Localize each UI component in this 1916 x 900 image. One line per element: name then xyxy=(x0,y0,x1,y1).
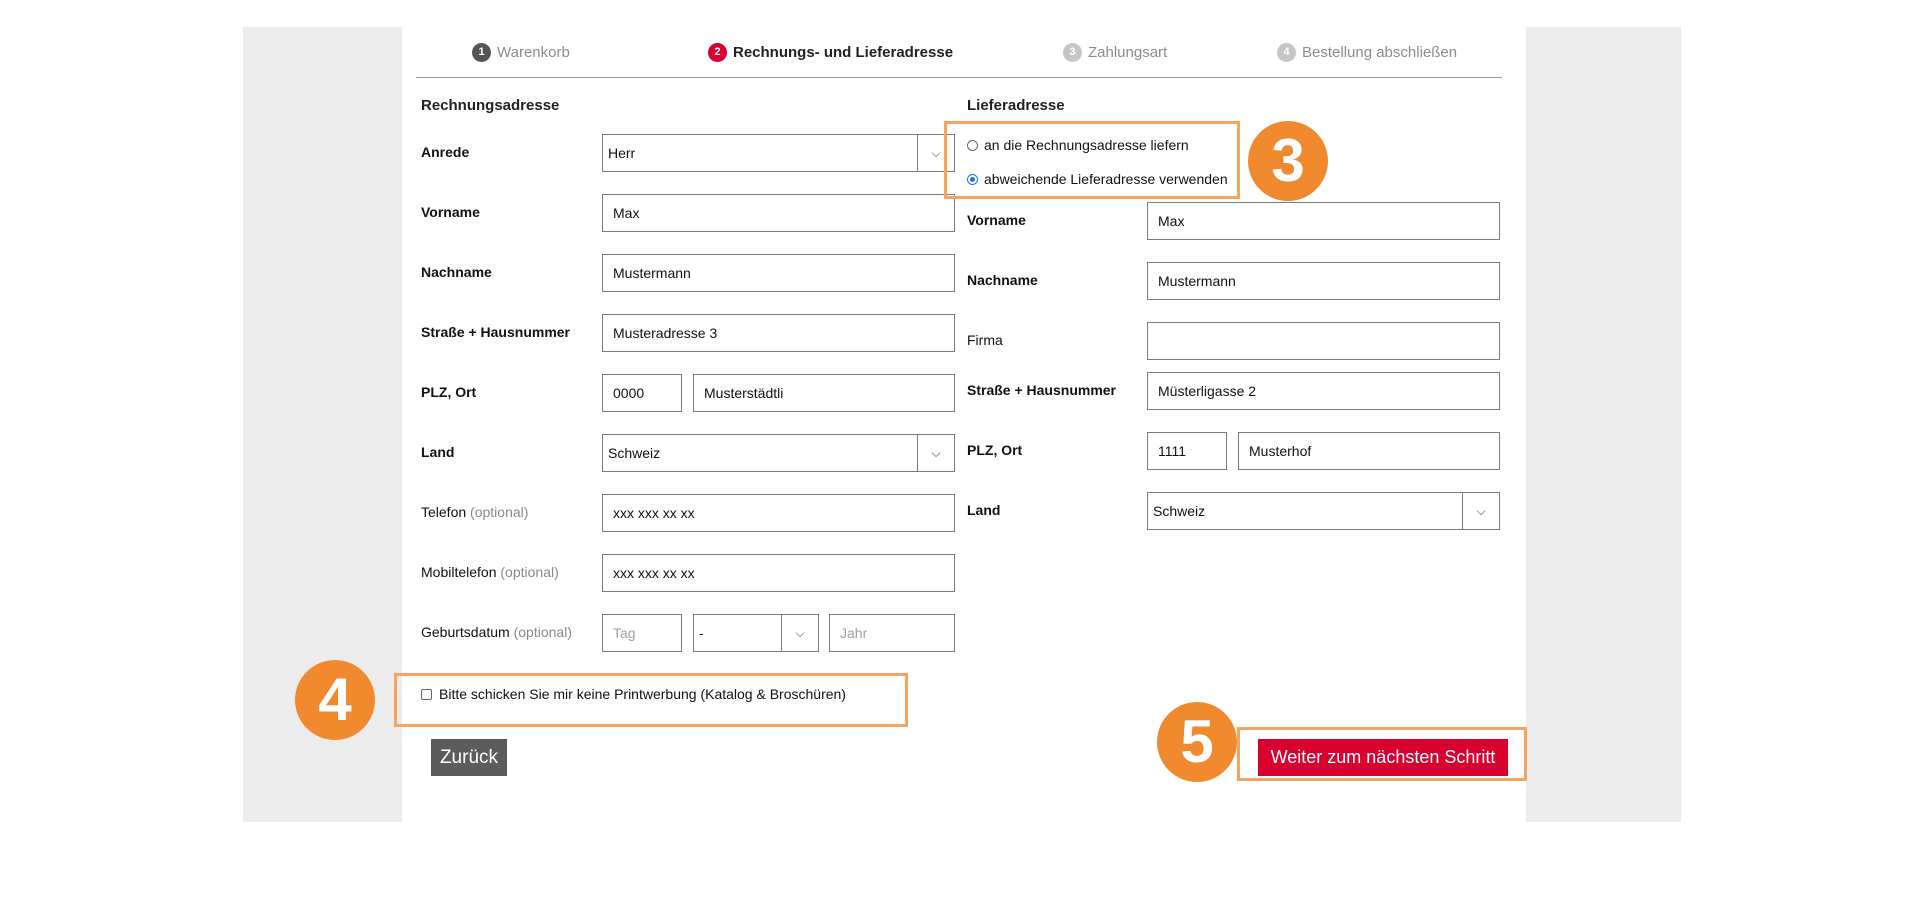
step-payment: 3 Zahlungsart xyxy=(1063,43,1167,62)
lastname-label: Nachname xyxy=(421,264,492,280)
step-label: Zahlungsart xyxy=(1088,44,1168,61)
optional-hint: (optional) xyxy=(470,504,529,520)
billing-street-input[interactable]: Musteradresse 3 xyxy=(602,314,955,352)
annotation-box-5 xyxy=(1237,727,1527,781)
annotation-badge-5: 5 xyxy=(1157,702,1237,782)
step-address[interactable]: 2 Rechnungs- und Lieferadresse xyxy=(708,43,953,62)
birth-day-input[interactable]: Tag xyxy=(602,614,682,652)
birth-month-select[interactable]: - ⌵ xyxy=(693,614,819,652)
annotation-badge-4: 4 xyxy=(295,660,375,740)
step-label: Rechnungs- und Lieferadresse xyxy=(733,44,954,61)
birthdate-label: Geburtsdatum (optional) xyxy=(421,624,572,640)
step-cart[interactable]: 1 Warenkorb xyxy=(472,43,570,62)
ship-firstname-label: Vorname xyxy=(967,212,1026,228)
billing-country-value: Schweiz xyxy=(608,445,661,461)
street-label: Straße + Hausnummer xyxy=(421,324,570,340)
annotation-badge-3: 3 xyxy=(1248,121,1328,201)
mobile-input[interactable]: xxx xxx xx xx xyxy=(602,554,955,592)
shipping-country-select[interactable]: Schweiz ⌵ xyxy=(1147,492,1500,530)
ship-lastname-label: Nachname xyxy=(967,272,1038,288)
salutation-select[interactable]: Herr ⌵ xyxy=(602,134,955,172)
billing-firstname-input[interactable]: Max xyxy=(602,194,955,232)
optional-hint: (optional) xyxy=(500,564,559,580)
shipping-lastname-input[interactable]: Mustermann xyxy=(1147,262,1500,300)
step-number: 4 xyxy=(1277,43,1296,62)
annotation-box-3 xyxy=(944,121,1240,199)
shipping-street-input[interactable]: Müsterligasse 2 xyxy=(1147,372,1500,410)
billing-zip-input[interactable]: 0000 xyxy=(602,374,682,412)
shipping-company-input[interactable] xyxy=(1147,322,1500,360)
shipping-zip-input[interactable]: 1111 xyxy=(1147,432,1227,470)
page-frame-right xyxy=(1526,27,1681,822)
phone-label-text: Telefon xyxy=(421,504,467,520)
firstname-label: Vorname xyxy=(421,204,480,220)
phone-input[interactable]: xxx xxx xx xx xyxy=(602,494,955,532)
company-label: Firma xyxy=(967,332,1003,348)
shipping-country-value: Schweiz xyxy=(1153,503,1206,519)
mobile-label-text: Mobiltelefon xyxy=(421,564,497,580)
billing-lastname-input[interactable]: Mustermann xyxy=(602,254,955,292)
billing-city-input[interactable]: Musterstädtli xyxy=(693,374,955,412)
billing-country-select[interactable]: Schweiz ⌵ xyxy=(602,434,955,472)
ship-street-label: Straße + Hausnummer xyxy=(967,382,1116,398)
phone-label: Telefon (optional) xyxy=(421,504,528,520)
step-complete: 4 Bestellung abschließen xyxy=(1277,43,1457,62)
birth-year-input[interactable]: Jahr xyxy=(829,614,955,652)
billing-title: Rechnungsadresse xyxy=(421,97,560,114)
mobile-label: Mobiltelefon (optional) xyxy=(421,564,559,580)
step-label: Bestellung abschließen xyxy=(1302,44,1458,61)
zipcity-label: PLZ, Ort xyxy=(421,384,477,400)
step-number: 1 xyxy=(472,43,491,62)
chevron-down-icon: ⌵ xyxy=(1462,493,1499,529)
annotation-box-4 xyxy=(394,673,908,727)
birth-month-value: - xyxy=(699,625,704,641)
chevron-down-icon: ⌵ xyxy=(781,615,818,651)
salutation-value: Herr xyxy=(608,145,636,161)
checkout-stepper: 1 Warenkorb 2 Rechnungs- und Lieferadres… xyxy=(416,27,1502,78)
optional-hint: (optional) xyxy=(513,624,572,640)
salutation-label: Anrede xyxy=(421,144,470,160)
shipping-firstname-input[interactable]: Max xyxy=(1147,202,1500,240)
birthdate-label-text: Geburtsdatum xyxy=(421,624,510,640)
back-button[interactable]: Zurück xyxy=(431,739,507,776)
shipping-city-input[interactable]: Musterhof xyxy=(1238,432,1500,470)
chevron-down-icon: ⌵ xyxy=(917,435,954,471)
step-number: 3 xyxy=(1063,43,1082,62)
country-label: Land xyxy=(421,444,455,460)
shipping-title: Lieferadresse xyxy=(967,97,1065,114)
step-label: Warenkorb xyxy=(497,44,570,61)
ship-country-label: Land xyxy=(967,502,1001,518)
ship-zipcity-label: PLZ, Ort xyxy=(967,442,1023,458)
step-number: 2 xyxy=(708,43,727,62)
